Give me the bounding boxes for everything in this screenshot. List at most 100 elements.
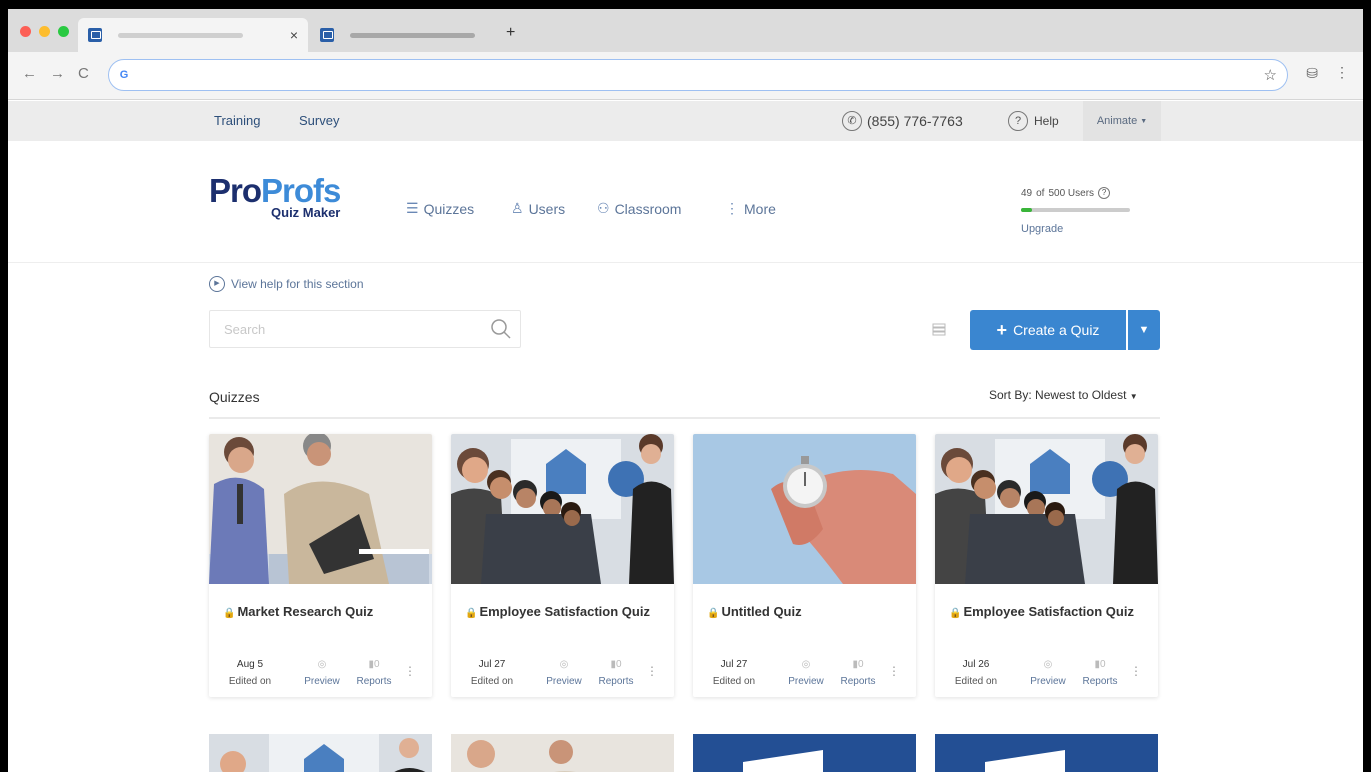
reports-link[interactable]: ▮0 Reports (589, 656, 643, 690)
lock-icon: 🔒 (223, 608, 236, 619)
proprofs-logo[interactable]: ProProfs Quiz Maker (209, 174, 341, 220)
nav-quizzes-label: Quizzes (423, 200, 475, 217)
tab-close-icon[interactable]: × (290, 27, 298, 43)
quiz-title-text: Employee Satisfaction Quiz (963, 604, 1134, 619)
quiz-card[interactable]: 🔒 Employee Satisfaction Quiz Jul 27 Edite… (451, 434, 674, 697)
browser-tab-bar: × + (8, 9, 1363, 52)
survey-link[interactable]: Survey (299, 113, 339, 128)
quiz-thumbnail-image[interactable] (451, 434, 674, 584)
eye-icon: ◎ (559, 659, 569, 670)
quiz-card[interactable]: 🔒 Market Research Quiz Aug 5 Edited on ◎ … (209, 434, 432, 697)
reports-link[interactable]: ▮0 Reports (347, 656, 401, 690)
back-arrow-icon[interactable]: ← (22, 65, 37, 82)
quiz-thumbnail-image[interactable] (935, 434, 1158, 584)
edited-on-label: Edited on (470, 676, 514, 687)
sort-by-value: Newest to Oldest (1035, 388, 1127, 402)
edited-date: Aug 5 Edited on (219, 656, 281, 690)
new-tab-button[interactable]: + (506, 24, 515, 42)
site-top-bar: Training Survey ✆ (855) 776-7763 ? Help … (8, 101, 1363, 141)
search-icon[interactable] (490, 318, 512, 340)
maximize-window-button[interactable] (58, 26, 69, 37)
view-help-link[interactable]: ▶ View help for this section (209, 276, 364, 292)
card-more-icon[interactable]: ⋮ (1130, 664, 1142, 678)
close-window-button[interactable] (20, 26, 31, 37)
create-quiz-button[interactable]: + Create a Quiz (970, 310, 1126, 350)
quiz-card-footer: Jul 27 Edited on ◎ Preview ▮0 Reports ⋮ (693, 656, 916, 690)
quiz-thumbnail-image[interactable] (693, 434, 916, 584)
play-icon: ▶ (209, 276, 225, 292)
bookmark-star-icon[interactable]: ☆ (1264, 66, 1277, 84)
quiz-title[interactable]: 🔒 Employee Satisfaction Quiz (465, 599, 665, 626)
quiz-title-text: Untitled Quiz (721, 604, 802, 619)
quiz-title[interactable]: 🔒 Untitled Quiz (707, 599, 907, 626)
nav-more-label: More (744, 200, 776, 217)
nav-users[interactable]: ♙ Users (511, 200, 565, 217)
lock-icon: 🔒 (949, 608, 962, 619)
phone-number[interactable]: ✆ (855) 776-7763 (842, 111, 963, 131)
proprofs-favicon-icon (320, 28, 334, 42)
forward-arrow-icon[interactable]: → (50, 65, 65, 82)
reports-label: Reports (356, 676, 392, 687)
classroom-icon: ⚇ (597, 200, 610, 216)
phone-icon: ✆ (842, 111, 862, 131)
tab-title (350, 32, 475, 38)
account-dropdown[interactable]: Animate ▼ (1083, 101, 1161, 141)
quiz-title[interactable]: 🔒 Employee Satisfaction Quiz (949, 599, 1149, 626)
card-more-icon[interactable]: ⋮ (404, 664, 416, 678)
view-help-label: View help for this section (231, 277, 364, 291)
quizzes-list-icon: ☰ (406, 200, 419, 216)
site-header: ProProfs Quiz Maker ☰ Quizzes ♙ Users ⚇ … (8, 141, 1363, 263)
help-link[interactable]: ? Help (1008, 111, 1059, 131)
nav-quizzes[interactable]: ☰ Quizzes (406, 200, 474, 217)
help-text: Help (1034, 114, 1059, 128)
search-box (209, 310, 521, 348)
address-bar[interactable]: G ☆ (108, 59, 1288, 91)
quiz-thumbnail-image[interactable] (693, 734, 916, 772)
preview-link[interactable]: ◎ Preview (1019, 656, 1077, 690)
report-count: 0 (1099, 659, 1106, 670)
preview-link[interactable]: ◎ Preview (777, 656, 835, 690)
training-link[interactable]: Training (214, 113, 260, 128)
quiz-card[interactable]: 🔒 Untitled Quiz Jul 27 Edited on ◎ Previe… (693, 434, 916, 697)
quiz-title[interactable]: 🔒 Market Research Quiz (223, 599, 423, 626)
nav-users-label: Users (528, 200, 566, 217)
minimize-window-button[interactable] (39, 26, 50, 37)
quiz-thumbnail-image[interactable] (209, 734, 432, 772)
nav-more[interactable]: ⋮ More (725, 200, 776, 217)
nav-classroom[interactable]: ⚇ Classroom (597, 200, 681, 217)
card-more-icon[interactable]: ⋮ (888, 664, 900, 678)
info-icon[interactable]: ? (1098, 187, 1111, 199)
extension-icon[interactable]: ⛁ (1306, 65, 1318, 82)
edited-date: Jul 27 Edited on (461, 656, 523, 690)
preview-link[interactable]: ◎ Preview (535, 656, 593, 690)
list-view-toggle-icon[interactable] (932, 322, 946, 336)
search-input[interactable] (210, 311, 470, 347)
browser-tab-inactive[interactable] (310, 18, 500, 52)
quiz-thumbnail-image[interactable] (935, 734, 1158, 772)
upgrade-link[interactable]: Upgrade (1021, 223, 1063, 235)
edited-date: Jul 27 Edited on (703, 656, 765, 690)
reports-link[interactable]: ▮0 Reports (1073, 656, 1127, 690)
plus-icon: + (996, 320, 1008, 340)
phone-text: (855) 776-7763 (867, 113, 963, 129)
reports-label: Reports (1082, 676, 1118, 687)
preview-link[interactable]: ◎ Preview (293, 656, 351, 690)
eye-icon: ◎ (317, 659, 327, 670)
preview-label: Preview (1030, 676, 1066, 687)
question-icon: ? (1008, 111, 1028, 131)
sort-by-dropdown[interactable]: Sort By: Newest to Oldest ▼ (989, 388, 1138, 402)
card-more-icon[interactable]: ⋮ (646, 664, 658, 678)
quiz-thumbnail-image[interactable] (209, 434, 432, 584)
quiz-thumbnail-image[interactable] (451, 734, 674, 772)
edited-date-value: Jul 27 (478, 659, 506, 670)
edited-date-value: Jul 26 (962, 659, 990, 670)
quiz-card[interactable]: 🔒 Employee Satisfaction Quiz Jul 26 Edite… (935, 434, 1158, 697)
eye-icon: ◎ (1043, 659, 1053, 670)
browser-menu-icon[interactable]: ⋮ (1335, 64, 1349, 81)
preview-label: Preview (788, 676, 824, 687)
create-quiz-dropdown-button[interactable]: ▼ (1128, 310, 1160, 350)
reload-icon[interactable]: C (78, 65, 89, 82)
proprofs-favicon-icon (88, 28, 102, 42)
browser-tab-active[interactable]: × (78, 18, 308, 52)
reports-link[interactable]: ▮0 Reports (831, 656, 885, 690)
